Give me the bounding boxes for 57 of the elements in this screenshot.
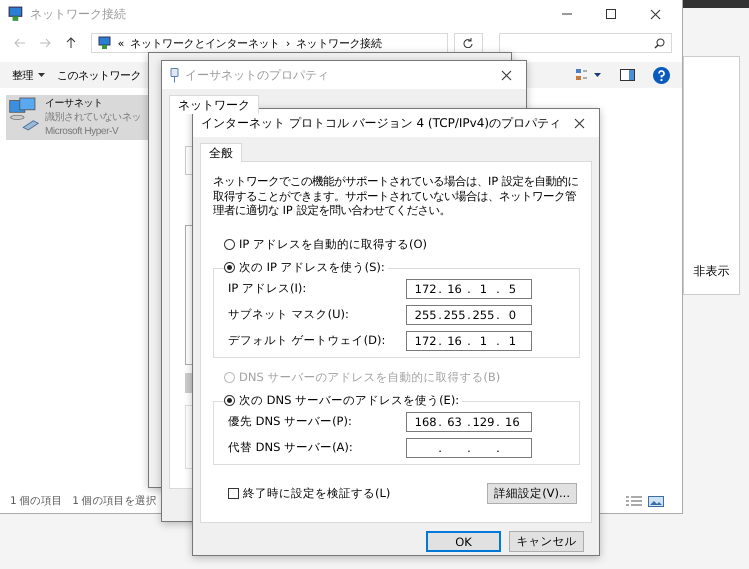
toolbar-button[interactable]: 整理 — [12, 68, 45, 82]
network-computers-icon — [8, 97, 40, 131]
toolbar-button[interactable]: このネットワーク — [57, 68, 141, 82]
forward-arrow-icon — [39, 38, 52, 48]
maximize-icon — [606, 9, 616, 19]
up-arrow-icon — [66, 37, 76, 49]
search-icon — [654, 38, 666, 48]
ip-address-field[interactable]: 172. 16 . 1 . 1 — [406, 330, 532, 350]
status-text: 1 個の項目 — [10, 494, 62, 508]
minimize-icon — [562, 13, 572, 15]
device-name: Microsoft Hyper-V — [45, 125, 120, 139]
large-icons-view-icon[interactable] — [648, 496, 664, 506]
close-icon — [650, 8, 660, 20]
dialog-tab[interactable]: 全般 — [200, 143, 242, 162]
preview-pane-icon[interactable] — [620, 69, 635, 81]
dialog-tab[interactable]: ネットワーク — [169, 95, 259, 114]
dialog-button[interactable]: OK — [426, 531, 501, 552]
help-icon[interactable] — [653, 66, 670, 84]
details-view-icon[interactable] — [626, 496, 642, 506]
radio-option[interactable]: 次の DNS サーバーのアドレスを使う(E): — [224, 392, 462, 408]
dialog-button[interactable]: キャンセル — [509, 531, 584, 552]
network-adapter-icon — [8, 6, 24, 22]
advanced-button[interactable]: 詳細設定(V)... — [487, 482, 577, 504]
ip-address-field[interactable]: 172. 16 . 1 . 5 — [406, 278, 532, 298]
close-icon — [574, 118, 585, 128]
ip-address-field[interactable]: . . . — [406, 438, 532, 458]
field-label: IP アドレス(I): — [228, 281, 306, 296]
field-label: 優先 DNS サーバー(P): — [228, 414, 352, 429]
network-adapter-icon — [98, 36, 112, 50]
view-options-icon[interactable] — [576, 69, 602, 81]
description-text: ネットワークでこの機能がサポートされている場合は、IP 設定を自動的に取得することができます。サポートされていない場合は、ネットワーク管理者に適切な IP 設定を問い合わせてください。 — [213, 175, 580, 218]
ip-address-field[interactable]: 255.255.255. 0 — [406, 304, 532, 324]
dialog-title: イーサネットのプロパティ — [185, 66, 330, 84]
radio-option[interactable]: 次の IP アドレスを使う(S): — [224, 260, 388, 274]
radio-button[interactable] — [224, 238, 235, 250]
network-connection-item[interactable]: イーサネット 識別されていないネッ Microsoft Hyper-V — [6, 95, 148, 140]
refresh-button[interactable] — [454, 33, 483, 53]
window-edge — [683, 0, 749, 8]
field-label: デフォルト ゲートウェイ(D): — [228, 333, 386, 348]
close-icon — [500, 70, 512, 80]
plug-icon — [170, 68, 179, 82]
radio-button[interactable] — [224, 394, 235, 406]
validate-checkbox[interactable]: 終了時に設定を検証する(L) — [228, 486, 390, 500]
caret-icon — [38, 73, 45, 77]
connection-name: イーサネット — [45, 97, 104, 111]
window-title: ネットワーク接続 — [30, 6, 127, 22]
connection-status: 識別されていないネッ — [45, 111, 142, 125]
back-arrow-icon — [14, 38, 26, 48]
hide-label: 非表示 — [694, 263, 730, 280]
ip-address-field[interactable]: 168. 63 .129. 16 — [406, 412, 532, 432]
radio-button[interactable] — [224, 262, 235, 272]
field-label: サブネット マスク(U): — [228, 307, 349, 322]
dialog-title: インターネット プロトコル バージョン 4 (TCP/IPv4)のプロパティ — [201, 114, 562, 132]
status-text: 1 個の項目を選択 — [72, 494, 157, 508]
refresh-icon — [463, 38, 474, 48]
field-label: 代替 DNS サーバー(A): — [228, 440, 353, 455]
search-field[interactable] — [498, 33, 672, 53]
